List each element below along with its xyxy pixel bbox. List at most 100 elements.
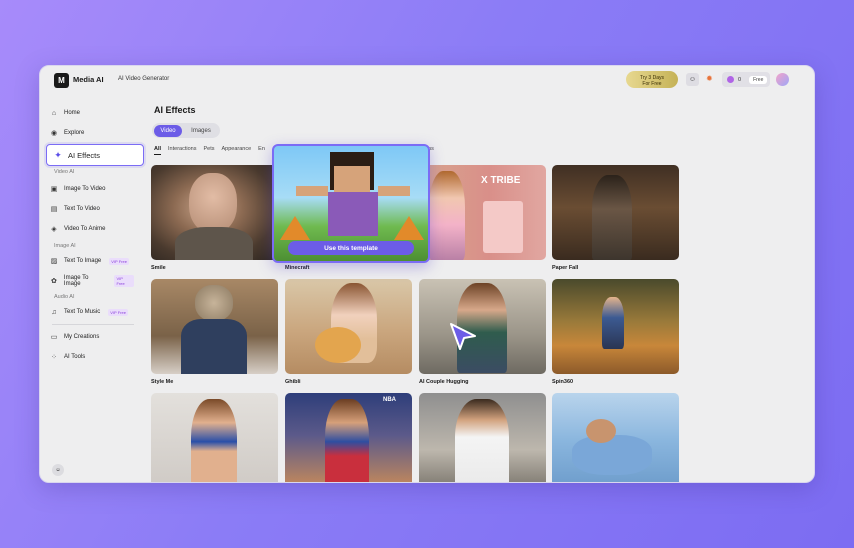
card-label: Spin360 (552, 379, 574, 385)
child-figure (602, 297, 624, 349)
puppy-figure (315, 327, 361, 363)
suit-body (181, 319, 247, 374)
card-label: Paper Fall (552, 265, 579, 271)
effect-card-muscle[interactable] (419, 393, 546, 482)
avatar[interactable] (776, 73, 789, 86)
category-tab[interactable]: En (258, 146, 265, 155)
sidebar-item-ai-tools[interactable]: ⁘ AI Tools (50, 350, 134, 364)
trial-line-2: For Free (642, 80, 662, 87)
sidebar-item-text-to-image[interactable]: ▨ Text To Image VIP Free (50, 254, 134, 268)
blocky-arm-left (296, 186, 328, 196)
cheerleader-figure (325, 399, 369, 482)
music-icon: ♫ (51, 308, 57, 316)
use-template-button[interactable]: Use this template (288, 241, 414, 255)
vip-badge: VIP Free (108, 308, 128, 316)
effect-card-smile[interactable] (151, 165, 278, 260)
model-figure (191, 399, 237, 482)
discord-bottom-icon[interactable]: ☺ (52, 464, 64, 476)
folder-icon: ▭ (50, 334, 58, 341)
sidebar-item-label: Text To Image (64, 258, 102, 264)
man-figure (455, 399, 509, 482)
effect-card-ghibli[interactable] (285, 279, 412, 374)
sidebar-item-ai-effects[interactable]: ✦ AI Effects (46, 144, 144, 166)
effect-card-minecraft[interactable]: Use this template (272, 144, 430, 263)
doll-figure (429, 171, 465, 260)
vip-badge: VIP Free (114, 275, 134, 287)
blocky-face (334, 166, 370, 192)
text-image-icon: ▨ (50, 258, 58, 265)
section-label-image: Image AI (54, 243, 76, 249)
sleeper-head (586, 419, 616, 443)
sidebar-item-image-to-video[interactable]: ▣ Image To Video (50, 182, 134, 196)
sidebar-item-label: AI Tools (64, 354, 86, 360)
effect-card-swimsuit[interactable] (151, 393, 278, 482)
effect-card-spin360[interactable] (552, 279, 679, 374)
card-label: AI Couple Hugging (419, 379, 469, 385)
effect-card-cheerleader[interactable]: NBA (285, 393, 412, 482)
vip-badge: VIP Free (109, 257, 129, 265)
portrait-face (189, 173, 237, 233)
section-label-audio: Audio AI (54, 294, 75, 300)
effect-card-beach[interactable] (552, 393, 679, 482)
sidebar-item-my-creations[interactable]: ▭ My Creations (50, 330, 134, 344)
app-title: AI Video Generator (118, 76, 170, 82)
cursor-icon (450, 323, 476, 350)
category-tab[interactable]: Pets (203, 146, 214, 155)
page-title: AI Effects (154, 105, 196, 115)
tab-video[interactable]: Video (154, 124, 182, 137)
sidebar-item-label: My Creations (64, 334, 100, 340)
card-label: Ghibli (285, 379, 301, 385)
plan-badge: Free (749, 75, 768, 84)
tent-left (280, 216, 310, 240)
free-trial-button[interactable]: Try 3 Days For Free (626, 71, 678, 88)
text-video-icon: ▤ (50, 206, 58, 213)
tab-images[interactable]: Images (184, 125, 218, 137)
tribe-sign-text: X TRIBE (481, 175, 521, 186)
category-tab[interactable]: Appearance (221, 146, 251, 155)
effect-card-ai-couple-hugging[interactable] (419, 279, 546, 374)
blocky-arm-right (378, 186, 410, 196)
pillow-shape (572, 435, 652, 475)
sidebar-item-label: Image To Image (63, 275, 89, 287)
sidebar-item-label: AI Effects (68, 150, 100, 160)
anime-icon: ◈ (51, 226, 57, 233)
person-figure (592, 175, 632, 260)
brand-name: Media AI (73, 75, 104, 84)
sidebar-item-text-to-video[interactable]: ▤ Text To Video (50, 202, 134, 216)
card-label: Style Me (151, 379, 174, 385)
discord-icon[interactable]: ☺ (686, 73, 699, 86)
fire-icon[interactable]: ✹ (706, 74, 713, 83)
media-type-toggle: Video Images (152, 123, 220, 138)
sidebar-item-text-to-music[interactable]: ♫ Text To Music VIP Free (50, 305, 134, 319)
coin-icon (727, 76, 734, 83)
top-bar: M Media AI AI Video Generator Try 3 Days… (40, 66, 814, 94)
sidebar-item-image-to-image[interactable]: ✿ Image To Image VIP Free (50, 274, 134, 288)
dumbbell-board (483, 201, 523, 253)
credits-count: 0 (738, 76, 742, 83)
blocky-body (328, 192, 378, 236)
compass-icon: ◉ (50, 130, 58, 137)
effect-card-fitness[interactable]: X TRIBE (419, 165, 546, 260)
card-label: Minecraft (285, 265, 310, 271)
sidebar: ⌂ Home ◉ Explore ✦ AI Effects Video AI ▣… (40, 98, 144, 478)
jersey-banner-text: NBA (383, 397, 396, 403)
tent-right (394, 216, 424, 240)
credits-badge[interactable]: 0 Free (722, 72, 770, 87)
sidebar-item-video-to-anime[interactable]: ◈ Video To Anime (50, 222, 134, 236)
sidebar-item-explore[interactable]: ◉ Explore (50, 126, 134, 140)
sidebar-item-label: Text To Video (64, 206, 100, 212)
sidebar-divider (52, 324, 134, 325)
sparkle-icon: ✦ (54, 149, 62, 160)
sidebar-item-label: Image To Video (64, 186, 106, 192)
effect-card-style-me[interactable] (151, 279, 278, 374)
image-image-icon: ✿ (51, 278, 57, 285)
category-tab[interactable]: All (154, 146, 162, 155)
app-window: M Media AI AI Video Generator Try 3 Days… (39, 65, 815, 483)
app-logo[interactable]: M (54, 73, 69, 88)
sidebar-item-home[interactable]: ⌂ Home (50, 106, 134, 120)
sidebar-item-label: Text To Music (64, 309, 101, 315)
grid-icon: ⁘ (51, 354, 57, 361)
category-tab[interactable]: Interactions (168, 146, 196, 155)
effect-card-paper-fall[interactable] (552, 165, 679, 260)
sidebar-item-label: Video To Anime (64, 226, 106, 232)
